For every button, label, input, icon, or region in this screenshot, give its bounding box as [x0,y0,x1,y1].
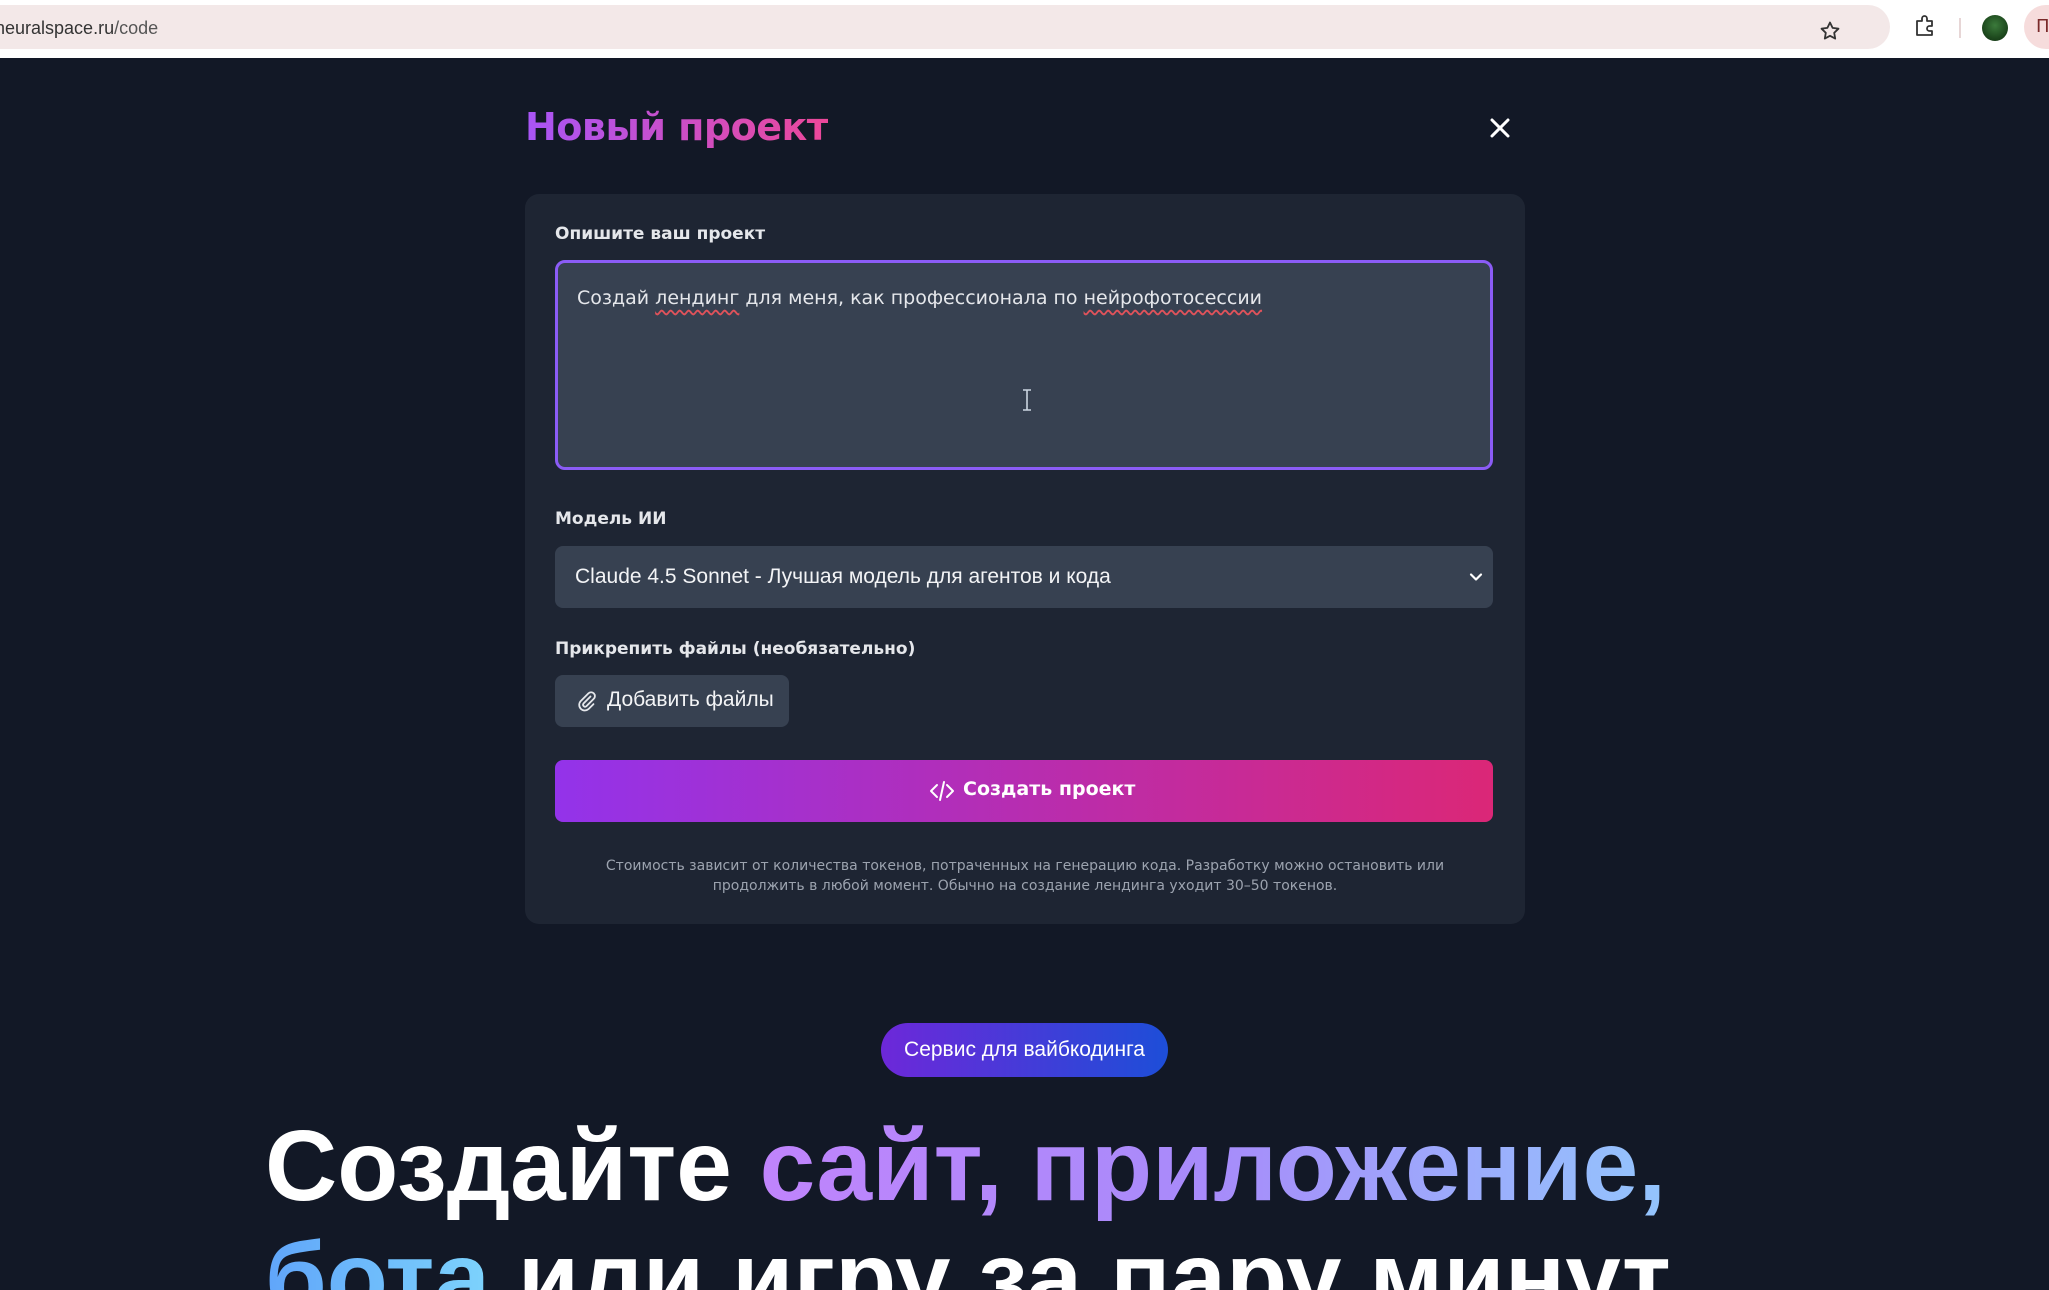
description-text-2: лендинг [655,287,740,309]
hero-heading: Создайте сайт, приложение, бота или игру… [265,1110,1865,1290]
attach-label: Прикрепить файлы (необязательно) [555,639,916,659]
profile-chip[interactable]: П [2024,5,2049,49]
modal-title: Новый проект [525,105,829,149]
page: Новый проект Опишите ваш проект Создай л… [0,58,2049,1290]
service-badge: Сервис для вайбкодинга [881,1023,1168,1077]
address-bar[interactable]: ⋮ neuralspace.ru/code [0,5,1890,49]
add-files-button[interactable]: Добавить файлы [555,675,789,727]
project-description-input[interactable]: Создай лендинг для меня, как профессиона… [555,260,1493,470]
description-text-3: для меня, как профессионала по [739,287,1084,309]
extensions-icon[interactable] [1912,13,1938,39]
star-icon[interactable] [1818,19,1842,43]
url-host: neuralspace.ru [0,18,115,38]
chevron-down-icon [1469,573,1483,581]
create-project-label: Создать проект [963,778,1136,800]
hero-line2-accent: бота [265,1222,490,1290]
url-path: /code [114,18,159,38]
hero-line2-plain: или игру за пару минут [489,1222,1671,1290]
text-cursor-icon [1023,389,1031,411]
toolbar-divider [1959,18,1961,38]
profile-avatar[interactable] [1982,15,2008,41]
add-files-label: Добавить файлы [607,688,774,711]
description-text-1: Создай [577,287,656,309]
cost-disclaimer: Стоимость зависит от количества токенов,… [605,858,1445,894]
description-label: Опишите ваш проект [555,224,766,244]
new-project-form: Опишите ваш проект Создай лендинг для ме… [525,194,1525,924]
hero-line1-accent: сайт, приложение, [759,1110,1666,1222]
close-icon[interactable] [1486,114,1514,142]
description-text-4: нейрофотосессии [1083,287,1263,309]
model-selected-value: Claude 4.5 Sonnet - Лучшая модель для аг… [575,565,1111,588]
url-text[interactable]: neuralspace.ru/code [0,18,158,39]
hero-line-2: бота или игру за пару минут [265,1222,1865,1290]
paperclip-icon [578,691,596,712]
code-icon [930,781,954,801]
browser-toolbar: ⋮ neuralspace.ru/code П [0,0,2049,58]
model-label: Модель ИИ [555,509,667,529]
create-project-button[interactable]: Создать проект [555,760,1493,822]
model-select[interactable]: Claude 4.5 Sonnet - Лучшая модель для аг… [555,546,1493,608]
hero-line1-plain: Создайте [265,1110,760,1222]
hero-line-1: Создайте сайт, приложение, [265,1110,1865,1222]
